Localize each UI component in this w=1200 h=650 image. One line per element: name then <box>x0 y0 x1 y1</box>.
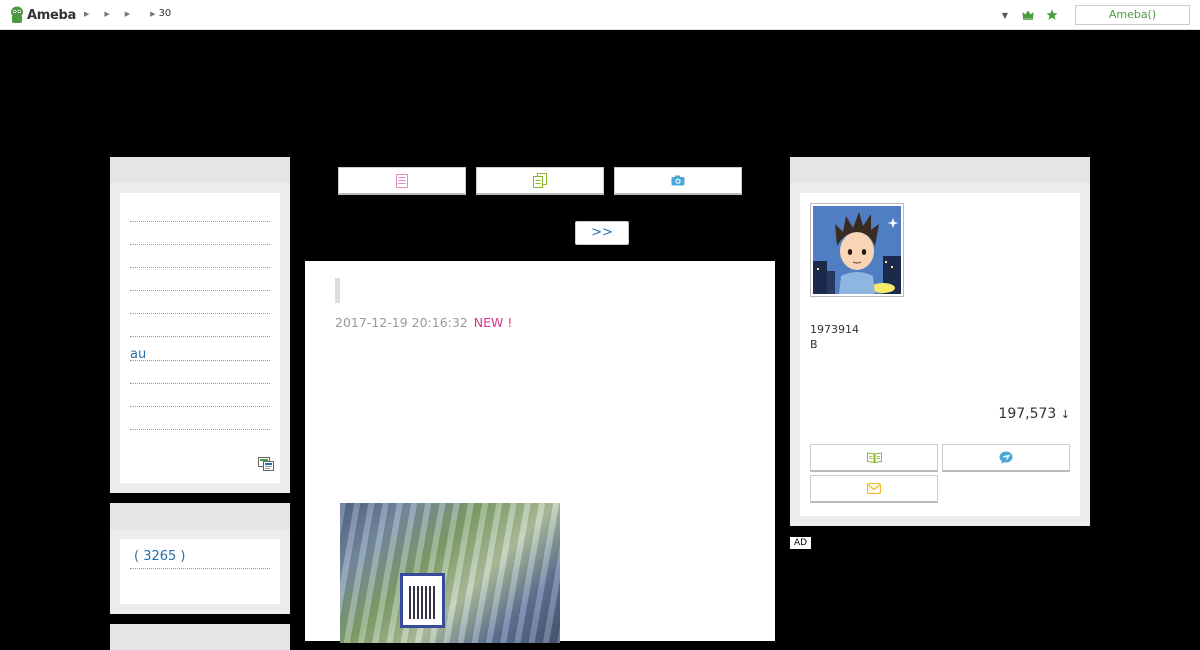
ameba-logo[interactable]: Ameba <box>10 6 76 24</box>
sidebar-menu-item[interactable] <box>130 193 270 222</box>
entry-count-link[interactable]: ( 3265 ) <box>130 549 270 569</box>
sidebar-menu-item[interactable] <box>130 407 270 430</box>
article-photo[interactable] <box>340 503 560 643</box>
avatar[interactable] <box>810 203 904 297</box>
reader-register-button[interactable] <box>810 444 938 472</box>
star-icon[interactable] <box>1046 9 1058 21</box>
top-bar: Ameba ▶ ▶ ▶ ▶ 30 ▼ Ameba() <box>0 0 1200 30</box>
sidebar-menu-header <box>110 157 290 183</box>
sidebar-menu-item[interactable] <box>130 314 270 338</box>
caret-right-icon: ▶ <box>84 9 90 18</box>
new-badge: NEW ! <box>473 315 513 330</box>
follower-count[interactable]: 197,573 ↓ <box>998 406 1070 422</box>
breadcrumb-item[interactable]: ▶ <box>84 8 92 19</box>
tab-photos[interactable] <box>614 167 742 195</box>
profile-user-id: 1973914 <box>810 323 859 336</box>
sidebar-menu-item[interactable] <box>130 291 270 315</box>
profile-header <box>790 157 1090 183</box>
caret-right-icon: ▶ <box>150 9 156 18</box>
sidebar-box-header <box>110 624 290 650</box>
ameba-account-button[interactable]: Ameba() <box>1075 5 1190 25</box>
caret-right-icon: ▶ <box>104 9 110 18</box>
ad-label: AD <box>790 537 811 549</box>
sidebar-menu-item-au[interactable]: au <box>130 337 270 362</box>
sidebar-menu-item[interactable] <box>130 361 270 384</box>
tab-entry-list[interactable] <box>476 167 604 195</box>
tab-entries[interactable] <box>338 167 466 195</box>
sidebar-menu-item[interactable] <box>130 268 270 292</box>
follower-arrow: ↓ <box>1060 408 1070 421</box>
sidebar-count-list: ( 3265 ) <box>120 539 280 604</box>
ameba-mascot-icon <box>11 6 23 23</box>
sidebar-count-header <box>110 503 290 529</box>
profile-box: 1973914 B 197,573 ↓ <box>790 157 1090 526</box>
breadcrumb-item[interactable]: ▶ <box>104 8 112 19</box>
article-date: 2017-12-19 20:16:32 <box>335 315 468 330</box>
photo-texture <box>340 503 560 643</box>
breadcrumb: ▶ ▶ ▶ ▶ 30 <box>84 8 171 19</box>
profile-blood-type: B <box>810 338 818 351</box>
sidebar-menu-box: au <box>110 157 290 493</box>
mail-button[interactable] <box>810 475 938 503</box>
next-page-button[interactable]: >> <box>575 221 629 245</box>
follower-count-value: 197,573 <box>998 406 1057 422</box>
caret-right-icon: ▶ <box>124 9 131 18</box>
article-meta: 2017-12-19 20:16:32 NEW ! <box>335 315 512 330</box>
blog-article: 2017-12-19 20:16:32 NEW ! <box>305 261 775 643</box>
rss-feed-icon[interactable] <box>258 457 274 471</box>
dropdown-caret-icon[interactable]: ▼ <box>1002 11 1008 20</box>
blog-tabs <box>338 167 742 195</box>
sidebar-menu-item[interactable] <box>130 222 270 246</box>
envelope-icon <box>867 483 881 494</box>
document-icon <box>396 173 408 188</box>
camera-icon <box>671 175 685 186</box>
barcode-label <box>400 573 445 628</box>
top-right-controls: ▼ Ameba() <box>1002 5 1190 25</box>
article-title-marker <box>335 278 340 303</box>
sidebar-menu-item[interactable] <box>130 384 270 407</box>
sidebar-menu-item[interactable] <box>130 245 270 269</box>
chat-bubble-icon <box>999 451 1013 464</box>
avatar-image <box>813 206 901 294</box>
breadcrumb-item[interactable]: ▶ <box>125 8 133 19</box>
message-button[interactable] <box>942 444 1070 472</box>
breadcrumb-item[interactable]: ▶ 30 <box>150 8 171 19</box>
copy-documents-icon <box>533 173 547 188</box>
sidebar-box <box>110 624 290 650</box>
profile-body: 1973914 B 197,573 ↓ <box>800 193 1080 516</box>
crown-icon[interactable] <box>1022 10 1034 20</box>
open-book-icon <box>866 452 882 463</box>
sidebar-menu-list: au <box>120 193 280 483</box>
sidebar-count-box: ( 3265 ) <box>110 503 290 614</box>
logo-text: Ameba <box>27 7 77 23</box>
